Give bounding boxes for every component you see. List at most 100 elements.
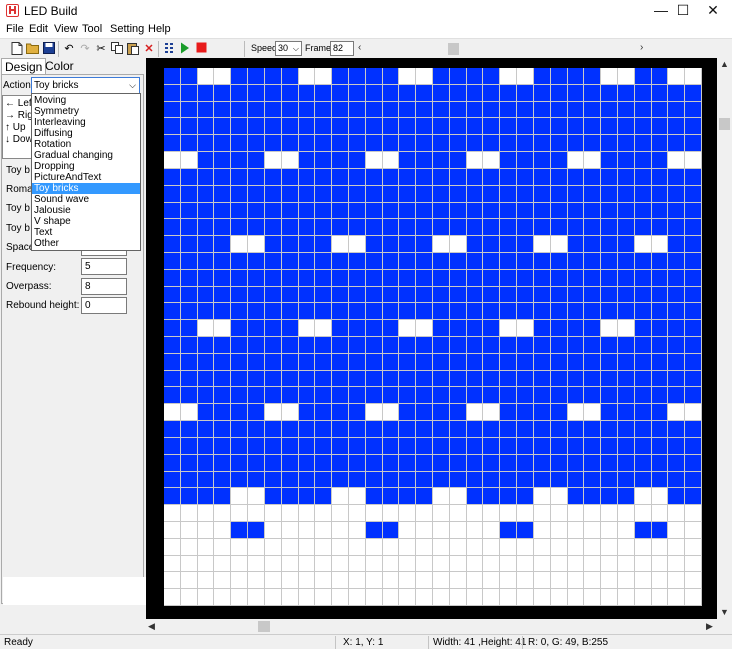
led-cell[interactable] [180,168,197,185]
led-cell[interactable] [315,505,332,521]
led-cell[interactable] [466,387,483,404]
led-cell[interactable] [416,286,432,303]
led-cell[interactable] [533,303,550,320]
led-cell[interactable] [214,521,231,538]
led-cell[interactable] [298,454,315,471]
led-cell[interactable] [466,219,483,236]
led-cell[interactable] [315,68,332,84]
led-cell[interactable] [449,370,466,387]
led-cell[interactable] [315,202,332,219]
led-cell[interactable] [483,202,500,219]
led-cell[interactable] [382,269,399,286]
led-cell[interactable] [584,589,601,605]
led-cell[interactable] [584,555,601,572]
led-cell[interactable] [399,454,416,471]
led-cell[interactable] [332,68,348,84]
led-cell[interactable] [180,252,197,269]
led-cell[interactable] [584,521,601,538]
led-cell[interactable] [449,118,466,135]
led-cell[interactable] [365,152,382,168]
led-cell[interactable] [668,370,685,387]
led-cell[interactable] [634,421,651,437]
led-cell[interactable] [517,555,533,572]
led-cell[interactable] [483,421,500,437]
led-cell[interactable] [348,437,365,454]
led-cell[interactable] [500,320,517,336]
led-cell[interactable] [231,252,248,269]
led-cell[interactable] [180,454,197,471]
led-cell[interactable] [433,454,449,471]
led-cell[interactable] [617,135,634,152]
led-cell[interactable] [500,252,517,269]
led-cell[interactable] [197,202,214,219]
led-cell[interactable] [449,505,466,521]
led-cell[interactable] [584,286,601,303]
list-item[interactable]: ↓ Down [5,134,33,145]
led-cell[interactable] [517,370,533,387]
frame-input[interactable]: 82 [330,41,354,56]
led-cell[interactable] [197,337,214,353]
led-cell[interactable] [433,168,449,185]
led-cell[interactable] [500,488,517,505]
led-cell[interactable] [416,118,432,135]
led-cell[interactable] [483,353,500,370]
led-cell[interactable] [533,269,550,286]
led-cell[interactable] [685,538,701,555]
led-cell[interactable] [634,437,651,454]
led-cell[interactable] [180,437,197,454]
action-dropdown-list[interactable]: Moving Symmetry Interleaving Diffusing R… [31,93,141,251]
led-cell[interactable] [264,488,281,505]
led-cell[interactable] [164,471,180,488]
rebound-height-input[interactable]: 0 [81,297,127,314]
led-cell[interactable] [231,505,248,521]
led-cell[interactable] [685,286,701,303]
led-cell[interactable] [399,437,416,454]
led-cell[interactable] [197,269,214,286]
led-cell[interactable] [433,337,449,353]
led-cell[interactable] [365,488,382,505]
led-cell[interactable] [298,68,315,84]
dropdown-option[interactable]: Other [32,238,140,249]
led-cell[interactable] [601,404,617,421]
led-cell[interactable] [668,589,685,605]
led-cell[interactable] [584,488,601,505]
led-cell[interactable] [365,370,382,387]
led-cell[interactable] [298,471,315,488]
led-cell[interactable] [601,84,617,101]
led-cell[interactable] [567,202,584,219]
led-cell[interactable] [399,555,416,572]
led-cell[interactable] [197,555,214,572]
led-cell[interactable] [466,135,483,152]
led-cell[interactable] [231,337,248,353]
scroll-down-icon[interactable]: ▼ [720,607,729,617]
led-cell[interactable] [651,589,668,605]
led-cell[interactable] [281,572,298,589]
led-cell[interactable] [332,84,348,101]
led-cell[interactable] [315,219,332,236]
led-cell[interactable] [382,101,399,118]
led-cell[interactable] [248,152,264,168]
led-cell[interactable] [550,236,567,252]
led-cell[interactable] [298,320,315,336]
overpass-input[interactable]: 8 [81,278,127,295]
led-cell[interactable] [164,454,180,471]
led-cell[interactable] [601,118,617,135]
led-cell[interactable] [517,353,533,370]
led-cell[interactable] [214,286,231,303]
led-cell[interactable] [248,555,264,572]
led-cell[interactable] [668,68,685,84]
led-cell[interactable] [517,404,533,421]
led-cell[interactable] [601,370,617,387]
led-cell[interactable] [231,219,248,236]
led-cell[interactable] [567,572,584,589]
led-cell[interactable] [197,505,214,521]
led-cell[interactable] [180,471,197,488]
led-cell[interactable] [298,303,315,320]
led-cell[interactable] [281,437,298,454]
led-cell[interactable] [332,269,348,286]
led-cell[interactable] [264,269,281,286]
horizontal-scrollbar[interactable]: ◀ ▶ [146,619,717,634]
led-cell[interactable] [685,252,701,269]
led-cell[interactable] [567,84,584,101]
led-cell[interactable] [433,286,449,303]
